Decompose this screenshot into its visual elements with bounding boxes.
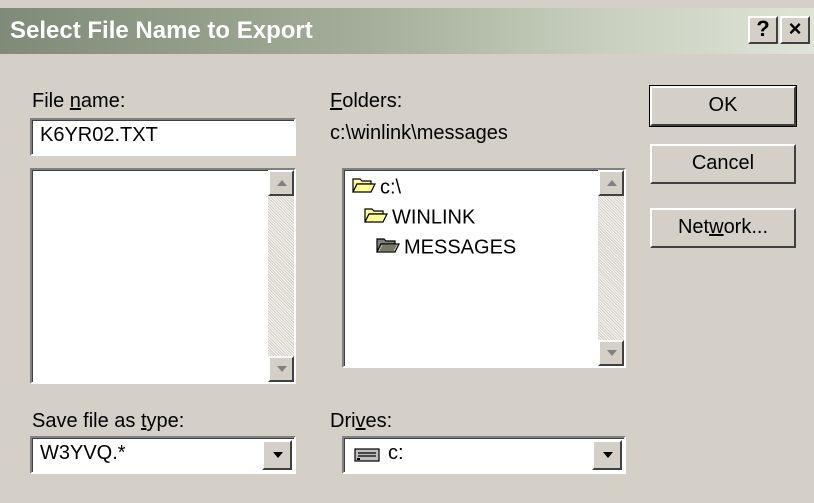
drives-label-prefix: Dri — [330, 410, 356, 432]
file-list-scrollbar[interactable] — [268, 170, 294, 382]
scroll-up-icon — [277, 180, 287, 186]
file-name-label-suffix: ame: — [80, 90, 126, 112]
file-list[interactable] — [30, 168, 296, 384]
scroll-down-icon — [277, 366, 287, 372]
file-name-input[interactable]: K6YR02.TXT — [30, 118, 296, 156]
drives-label: Drives: — [330, 410, 392, 433]
folder-tree-scroll-down-button[interactable] — [598, 340, 624, 366]
file-name-value: K6YR02.TXT — [40, 124, 158, 146]
folder-label-messages: MESSAGES — [404, 236, 517, 259]
network-button[interactable]: Network... — [650, 208, 796, 248]
folders-label-accel: F — [330, 90, 343, 112]
drives-select[interactable]: c: — [342, 436, 626, 474]
file-list-scroll-up-button[interactable] — [268, 170, 294, 196]
selected-folder-icon — [376, 236, 400, 260]
file-name-label-accel: n — [69, 90, 81, 112]
folder-tree-scrollbar[interactable] — [598, 170, 624, 366]
scroll-up-icon — [607, 180, 617, 186]
folder-label-winlink: WINLINK — [392, 206, 476, 229]
save-type-label: Save file as type: — [32, 410, 184, 433]
network-button-suffix: ork... — [723, 216, 769, 238]
save-type-select[interactable]: W3YVQ.* — [30, 436, 296, 474]
chevron-down-icon — [273, 452, 283, 458]
save-type-label-suffix: ype: — [146, 410, 185, 432]
file-list-scroll-down-button[interactable] — [268, 356, 294, 382]
save-type-label-prefix: Save file as — [32, 410, 141, 432]
chevron-down-icon — [603, 452, 613, 458]
save-type-value: W3YVQ.* — [40, 442, 126, 464]
drive-icon — [354, 446, 380, 469]
file-name-label-prefix: File — [32, 90, 70, 112]
folder-label-c-root: c:\ — [380, 176, 402, 199]
network-button-accel: w — [709, 216, 724, 238]
folder-tree[interactable]: c:\ WINLINK MESSAGES — [342, 168, 626, 368]
folder-item-c-root[interactable]: c:\ — [352, 176, 401, 200]
drives-value: c: — [388, 442, 404, 464]
folder-item-messages[interactable]: MESSAGES — [376, 236, 516, 260]
file-name-label: File name: — [32, 90, 125, 113]
close-button[interactable]: × — [780, 16, 810, 44]
drives-label-suffix: es: — [365, 410, 393, 432]
network-button-prefix: Net — [677, 216, 710, 238]
help-button[interactable]: ? — [748, 16, 778, 44]
drives-dropdown-button[interactable] — [592, 440, 622, 470]
folder-item-winlink[interactable]: WINLINK — [364, 206, 475, 230]
title-bar[interactable]: Select File Name to Export ? × — [0, 8, 814, 54]
open-folder-icon — [352, 176, 376, 200]
drives-label-accel: v — [355, 410, 366, 432]
folder-tree-scroll-up-button[interactable] — [598, 170, 624, 196]
folders-label: Folders: — [330, 90, 402, 113]
save-type-dropdown-button[interactable] — [262, 440, 292, 470]
open-folder-icon — [364, 206, 388, 230]
ok-button[interactable]: OK — [649, 85, 797, 127]
folders-label-suffix: olders: — [342, 90, 403, 112]
current-folder-path: c:\winlink\messages — [330, 122, 508, 144]
dialog-title: Select File Name to Export — [10, 17, 313, 44]
export-dialog: Select File Name to Export ? × File name… — [0, 0, 814, 503]
scroll-down-icon — [607, 350, 617, 356]
cancel-button[interactable]: Cancel — [650, 144, 796, 184]
